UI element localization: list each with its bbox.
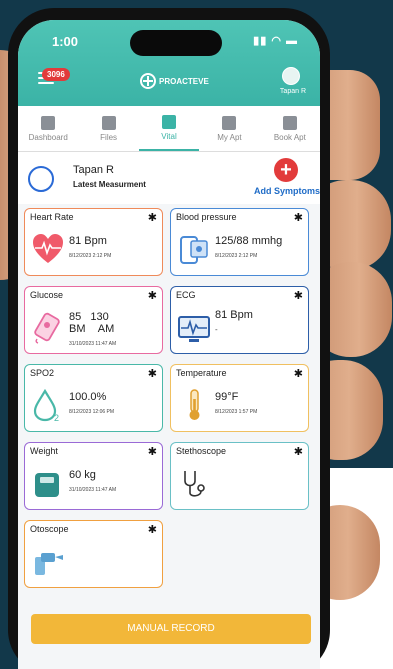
card-title: Blood pressure [176, 212, 237, 222]
tab-label: Files [100, 132, 118, 142]
gear-icon[interactable]: ✱ [148, 367, 157, 380]
thermometer-icon [189, 389, 200, 420]
card-date: 31/10/2023 11:47 AM [69, 487, 117, 493]
card-date: 8/12/2023 12:06 PM [69, 409, 115, 415]
gear-icon[interactable]: ✱ [294, 445, 303, 458]
add-symptoms-button[interactable]: + [274, 158, 298, 182]
glucose-label-am: AM [97, 323, 115, 335]
heart-icon [33, 234, 63, 263]
app-header: 1:00 ▮▮ ◠ ▬ 3096 PROACTEVE Tapan R [18, 20, 320, 106]
gear-icon[interactable]: ✱ [294, 367, 303, 380]
card-title: Otoscope [30, 524, 69, 534]
glucose-values: 85 130 BM AM [69, 311, 114, 335]
latest-measurement-label: Latest Measurment [73, 180, 146, 189]
card-title: SPO2 [30, 368, 55, 378]
card-value: 99°F [215, 391, 239, 403]
tab-bar: Dashboard Files Vital My Apt Book Apt [18, 106, 320, 152]
gear-icon[interactable]: ✱ [148, 289, 157, 302]
dynamic-island [130, 30, 222, 56]
card-ecg[interactable]: ECG ✱ 81 Bpm - [170, 286, 309, 354]
card-value: 125/88 mmhg [215, 235, 283, 247]
manual-record-button[interactable]: MANUAL RECORD [31, 614, 311, 644]
gear-icon[interactable]: ✱ [294, 211, 303, 224]
gear-icon[interactable]: ✱ [148, 211, 157, 224]
dashboard-icon [41, 115, 56, 130]
card-heart-rate[interactable]: Heart Rate ✱ 81 Bpm 8/12/2023 2:12 PM [24, 208, 163, 276]
avatar[interactable] [282, 67, 300, 85]
card-date: 8/12/2023 1:57 PM [215, 409, 258, 415]
calendar-icon [282, 115, 297, 130]
tab-label: My Apt [217, 132, 242, 142]
notification-badge[interactable]: 3096 [42, 68, 70, 81]
card-title: ECG [176, 290, 196, 300]
card-date: 8/12/2023 2:12 PM [69, 253, 112, 259]
gear-icon[interactable]: ✱ [294, 289, 303, 302]
otoscope-icon [35, 553, 63, 575]
svg-text:2: 2 [54, 413, 59, 423]
tab-my-apt[interactable]: My Apt [199, 106, 259, 151]
glucose-value-am: 130 [90, 311, 109, 323]
card-glucose[interactable]: Glucose ✱ 85 130 BM AM 31/10/2023 11:47 … [24, 286, 163, 354]
tab-files[interactable]: Files [78, 106, 138, 151]
card-value: 100.0% [69, 391, 107, 403]
phone-frame: 1:00 ▮▮ ◠ ▬ 3096 PROACTEVE Tapan R Dashb… [8, 8, 330, 669]
card-date: 8/12/2023 2:12 PM [215, 253, 258, 259]
glucose-label-bm: BM [69, 323, 86, 335]
card-weight[interactable]: Weight ✱ 60 kg 31/10/2023 11:47 AM [24, 442, 163, 510]
tab-book-apt[interactable]: Book Apt [260, 106, 320, 151]
status-time: 1:00 [52, 34, 79, 49]
weighing-scale-icon [35, 473, 59, 497]
card-title: Glucose [30, 290, 64, 300]
vital-icon [162, 114, 177, 129]
tab-label: Vital [161, 131, 177, 141]
card-title: Heart Rate [30, 212, 74, 222]
card-otoscope[interactable]: Otoscope ✱ [24, 520, 163, 588]
tab-label: Book Apt [273, 132, 306, 142]
ecg-icon [178, 316, 210, 342]
oxygen-drop-icon: 2 [33, 388, 59, 423]
gear-icon[interactable]: ✱ [148, 445, 157, 458]
add-symptoms-label[interactable]: Add Symptoms [254, 186, 320, 196]
gear-icon[interactable]: ✱ [148, 523, 157, 536]
card-title: Temperature [176, 368, 227, 378]
glucose-value-bm: 85 [69, 311, 82, 323]
glucose-meter-icon [34, 312, 60, 344]
card-spo2[interactable]: SPO2 ✱ 2 100.0% 8/12/2023 12:06 PM [24, 364, 163, 432]
card-value: 81 Bpm [69, 235, 107, 247]
logo-icon [140, 73, 156, 89]
user-row: Tapan R Latest Measurment + Add Symptoms [18, 152, 320, 204]
appointment-icon [222, 115, 237, 130]
file-icon [101, 115, 116, 130]
user-profile-icon [28, 166, 54, 192]
card-date: 31/10/2023 11:47 AM [69, 341, 117, 347]
card-title: Stethoscope [176, 446, 227, 456]
card-title: Weight [30, 446, 58, 456]
avatar-name: Tapan R [279, 88, 306, 95]
tab-vital[interactable]: Vital [138, 106, 200, 151]
card-temperature[interactable]: Temperature ✱ 99°F 8/12/2023 1:57 PM [170, 364, 309, 432]
phone-screen: 1:00 ▮▮ ◠ ▬ 3096 PROACTEVE Tapan R Dashb… [18, 20, 320, 669]
brand-logo: PROACTEVE [140, 73, 209, 89]
tab-dashboard[interactable]: Dashboard [18, 106, 78, 151]
tab-label: Dashboard [28, 132, 68, 142]
brand-name: PROACTEVE [159, 76, 209, 86]
user-name: Tapan R [73, 164, 114, 176]
card-value: 81 Bpm [215, 309, 253, 321]
card-blood-pressure[interactable]: Blood pressure ✱ 125/88 mmhg 8/12/2023 2… [170, 208, 309, 276]
blood-pressure-icon [180, 236, 208, 264]
card-sub: - [215, 325, 218, 334]
status-icons: ▮▮ ◠ ▬ [253, 35, 298, 47]
card-stethoscope[interactable]: Stethoscope ✱ [170, 442, 309, 510]
stethoscope-icon [184, 471, 205, 497]
card-value: 60 kg [69, 469, 96, 481]
